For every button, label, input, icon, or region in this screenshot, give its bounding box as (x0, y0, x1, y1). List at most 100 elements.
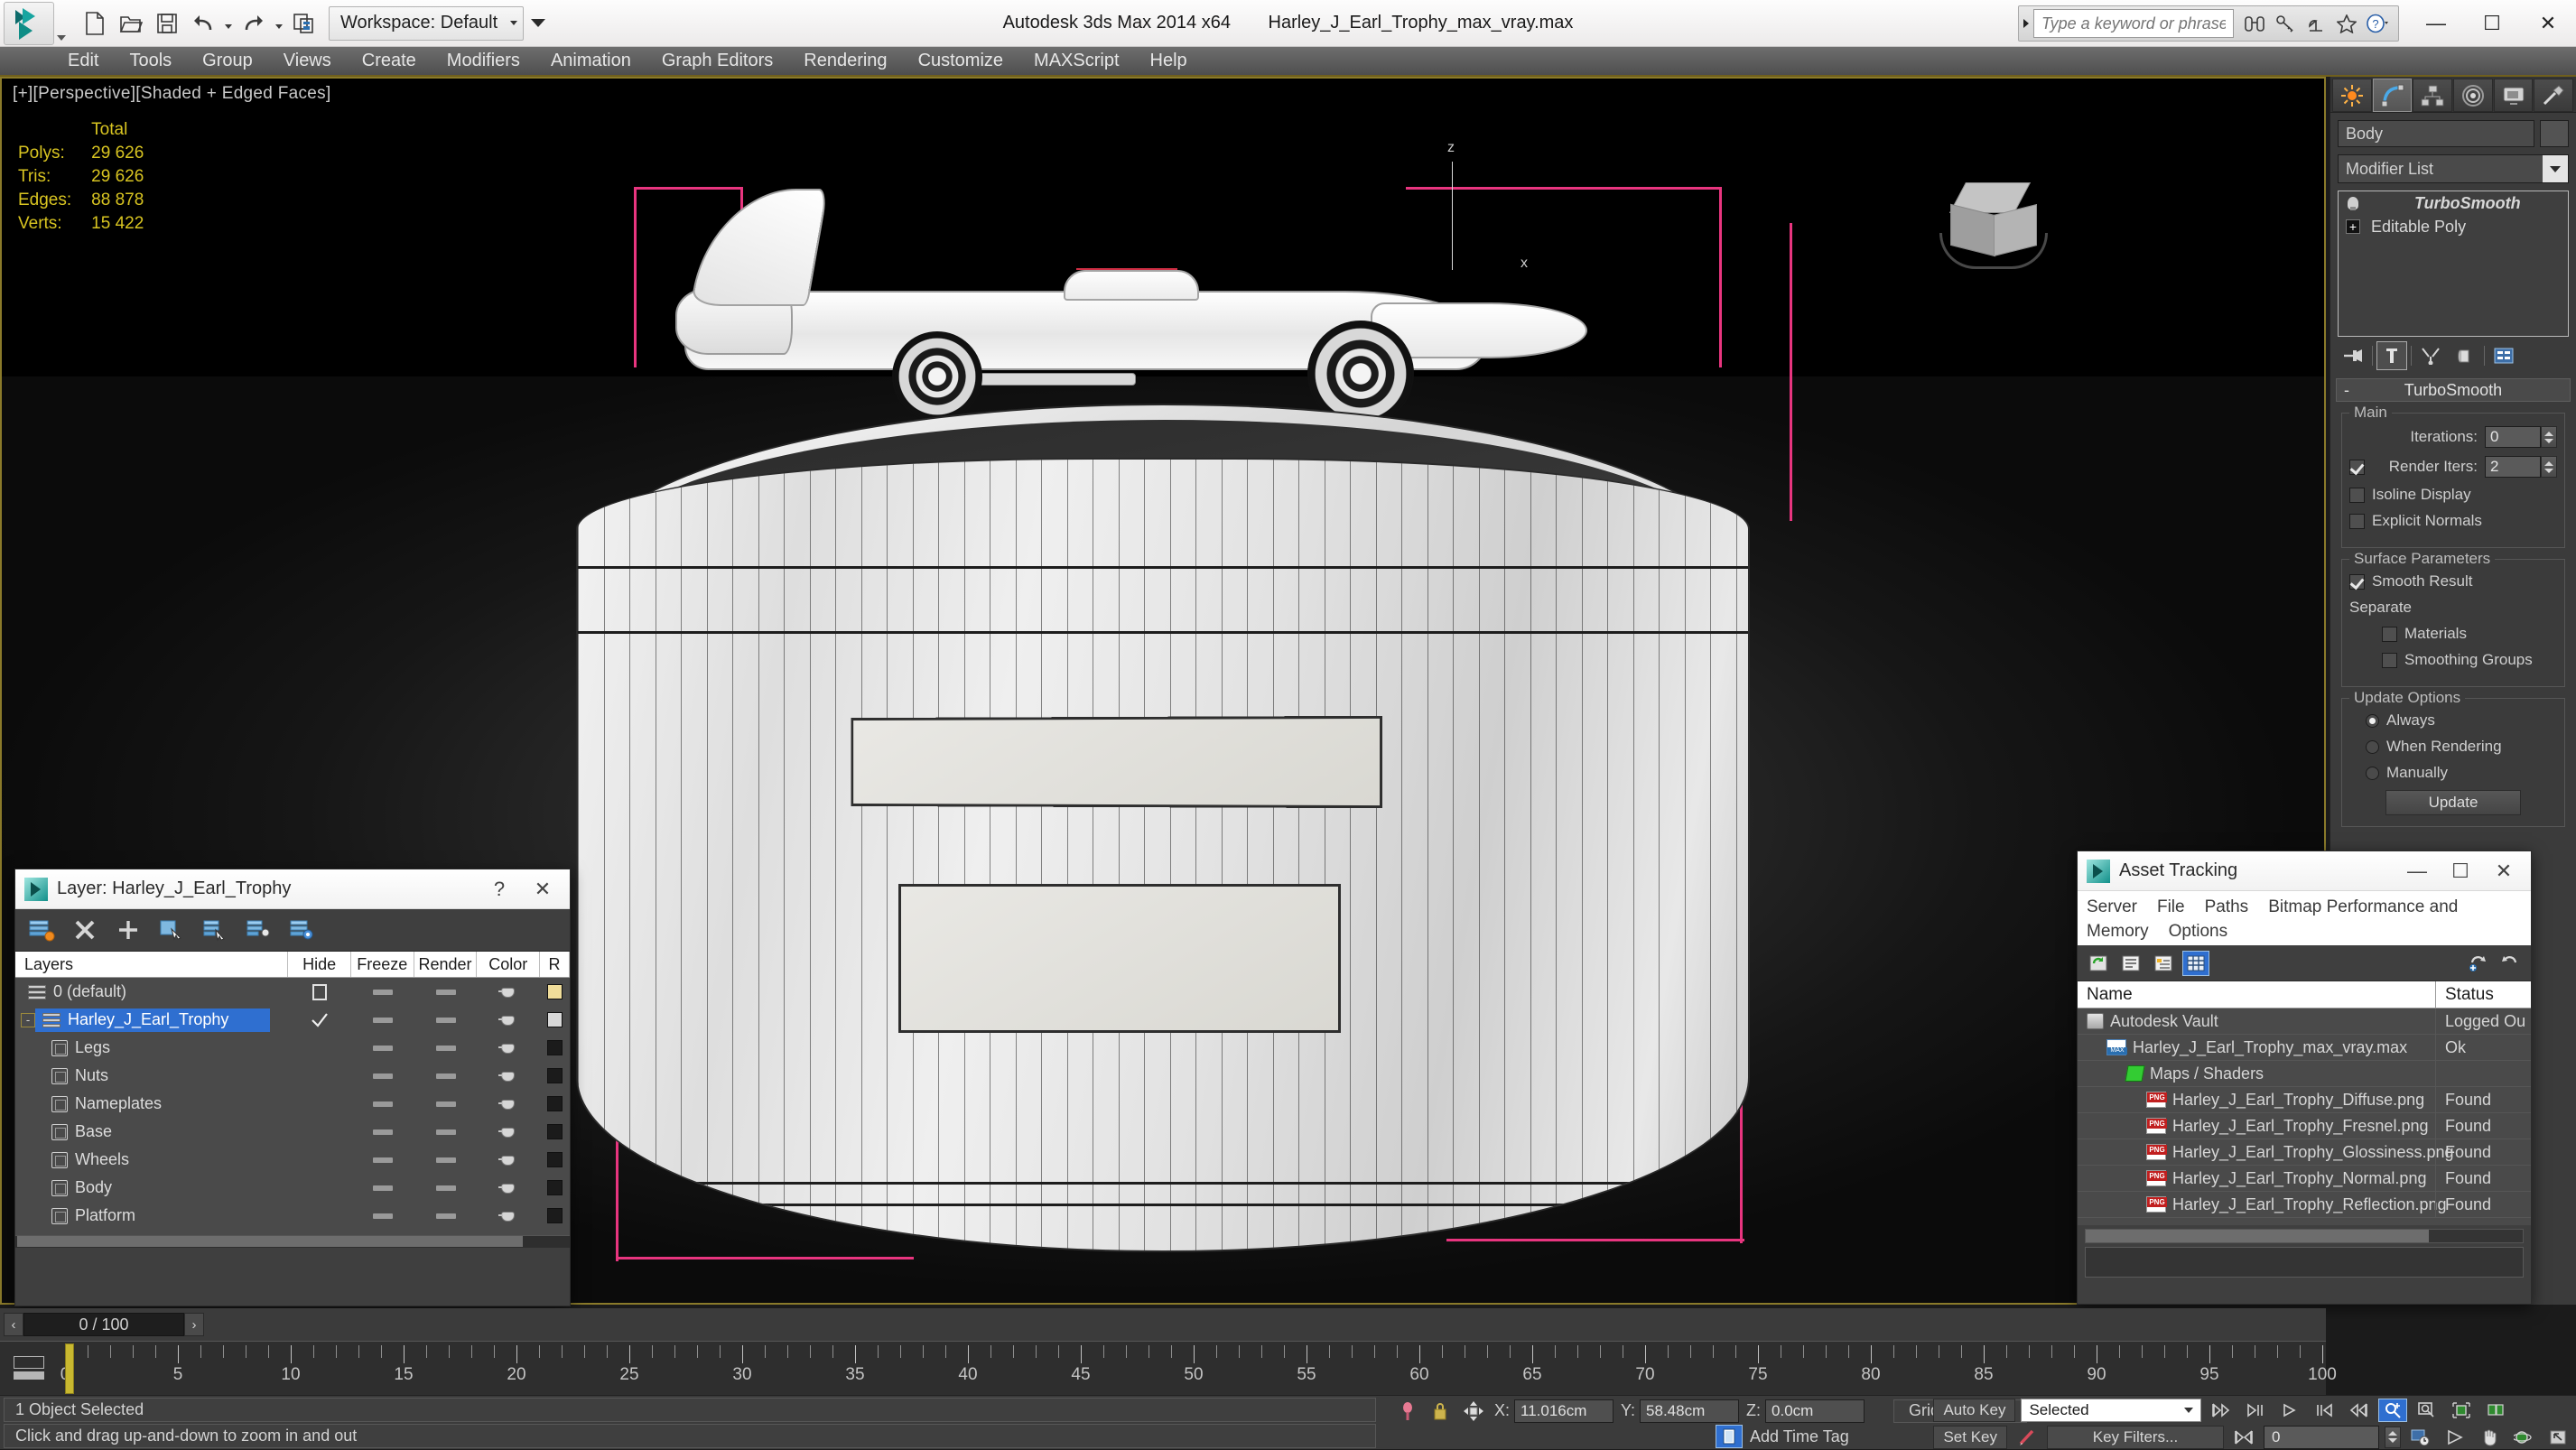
explicit-normals-checkbox[interactable] (2349, 513, 2365, 529)
layer-render-cell[interactable] (477, 1006, 540, 1034)
layer-freeze-cell[interactable] (414, 1146, 478, 1174)
layer-dialog-help-button[interactable]: ? (478, 870, 521, 908)
viewport-label[interactable]: [+][Perspective][Shaded + Edged Faces] (13, 84, 331, 104)
asset-horizontal-scrollbar[interactable] (2085, 1229, 2524, 1243)
rollout-header[interactable]: - TurboSmooth (2336, 378, 2571, 402)
update-when-rendering-radio[interactable] (2366, 739, 2379, 754)
layer-current-cell[interactable] (289, 1118, 352, 1146)
asset-row[interactable]: Harley_J_Earl_Trophy_Normal.png Found (2078, 1165, 2531, 1192)
layer-freeze-cell[interactable] (414, 1230, 478, 1235)
maximize-button[interactable]: ☐ (2464, 1, 2520, 46)
binoculars-icon[interactable] (2241, 9, 2268, 38)
menu-item-graph-editors[interactable]: Graph Editors (646, 46, 788, 76)
spinner-arrows-icon[interactable] (2541, 456, 2557, 478)
key-mode-icon[interactable] (1395, 1400, 1420, 1422)
layer-row[interactable]: Nameplates (15, 1090, 570, 1118)
iterations-spinner[interactable] (2485, 426, 2557, 448)
smoothing-groups-checkbox[interactable] (2382, 652, 2397, 668)
play-animation-icon[interactable] (2275, 1399, 2304, 1422)
asset-tracking-minimize-button[interactable]: — (2395, 852, 2439, 890)
spinner-arrows-icon[interactable] (2385, 1426, 2401, 1448)
minimize-button[interactable]: — (2408, 1, 2464, 46)
previous-frame-icon[interactable] (2241, 1399, 2270, 1422)
pan-view-icon[interactable] (2475, 1426, 2504, 1449)
menu-item-maxscript[interactable]: MAXScript (1018, 46, 1134, 76)
asset-col-status[interactable]: Status (2435, 981, 2531, 1008)
set-key-button[interactable]: Set Key (1933, 1425, 2007, 1449)
layer-freeze-cell[interactable] (414, 1034, 478, 1062)
color-swatch[interactable] (547, 1068, 563, 1083)
asset-row[interactable]: Harley_J_Earl_Trophy_Reflection.pngFound (2078, 1191, 2531, 1218)
create-new-layer-icon[interactable] (28, 916, 55, 943)
layer-row[interactable]: Harley_J_Earl_Trophy (15, 1230, 570, 1235)
question-icon[interactable]: ? (2364, 9, 2391, 38)
color-swatch[interactable] (547, 1208, 563, 1223)
layer-row[interactable]: Base (15, 1118, 570, 1146)
layer-hide-cell[interactable] (351, 1118, 414, 1146)
asset-menu-bitmap-performance-and-memory[interactable]: Bitmap Performance and Memory (2087, 897, 2458, 941)
layer-color-cell[interactable] (540, 1034, 570, 1062)
color-swatch[interactable] (547, 1180, 563, 1195)
layer-render-cell[interactable] (478, 1090, 541, 1118)
asset-menu-paths[interactable]: Paths (2205, 897, 2249, 916)
scrollbar-thumb[interactable] (17, 1236, 523, 1247)
check-in-icon[interactable] (2464, 951, 2491, 976)
layer-freeze-cell[interactable] (414, 1062, 478, 1090)
trophy-model[interactable]: z x (531, 79, 1795, 1303)
create-tab-icon[interactable] (2332, 79, 2372, 112)
key-mode-toggle-icon[interactable] (2013, 1427, 2041, 1447)
select-objects-in-layer-icon[interactable] (158, 916, 185, 943)
layer-color-cell[interactable] (540, 1006, 570, 1034)
render-iters-checkbox[interactable] (2349, 459, 2365, 475)
menu-item-animation[interactable]: Animation (535, 46, 646, 76)
color-swatch[interactable] (547, 984, 563, 999)
layer-dialog-close-button[interactable]: ✕ (521, 870, 564, 908)
field-of-view-icon[interactable] (2441, 1426, 2469, 1449)
asset-tracking-maximize-button[interactable]: ☐ (2439, 852, 2482, 890)
layer-color-cell[interactable] (540, 1118, 570, 1146)
layer-row[interactable]: Body (15, 1174, 570, 1202)
timeline-ruler[interactable]: 0510152025303540455055606570758085909510… (0, 1341, 2337, 1395)
zoom-extents-all-icon[interactable] (2481, 1399, 2510, 1422)
menu-item-create[interactable]: Create (347, 46, 432, 76)
layer-current-cell[interactable] (288, 1006, 351, 1034)
close-button[interactable]: ✕ (2520, 1, 2576, 46)
display-tab-icon[interactable] (2493, 79, 2534, 112)
layer-freeze-cell[interactable] (414, 1006, 478, 1034)
time-tag-icon[interactable] (1716, 1425, 1743, 1448)
layer-row[interactable]: - Harley_J_Earl_Trophy (15, 1006, 570, 1034)
layer-hide-cell[interactable] (351, 1146, 414, 1174)
asset-row[interactable]: Harley_J_Earl_Trophy_Fresnel.png Found (2078, 1112, 2531, 1139)
layer-render-cell[interactable] (477, 978, 540, 1006)
menu-item-modifiers[interactable]: Modifiers (432, 46, 535, 76)
layer-color-cell[interactable] (540, 1146, 570, 1174)
update-button[interactable]: Update (2385, 790, 2521, 815)
grid-view-icon[interactable] (2182, 950, 2209, 976)
zoom-icon[interactable] (2378, 1398, 2408, 1422)
layer-row[interactable]: Platform (15, 1202, 570, 1230)
track-bar[interactable]: ‹ 0 / 100 › (0, 1308, 2326, 1341)
menu-item-tools[interactable]: Tools (114, 46, 187, 76)
layer-current-cell[interactable] (289, 1146, 352, 1174)
select-highlighted-objects-icon[interactable] (201, 916, 228, 943)
layer-color-cell[interactable] (540, 1230, 570, 1235)
open-icon[interactable] (114, 6, 148, 41)
redo-icon[interactable] (237, 6, 271, 41)
workspace-selector[interactable]: Workspace: Default (329, 5, 525, 41)
utilities-tab-icon[interactable] (2534, 79, 2574, 112)
layer-horizontal-scrollbar[interactable] (15, 1235, 570, 1248)
add-layer-icon[interactable] (115, 916, 142, 943)
motion-tab-icon[interactable] (2453, 79, 2493, 112)
tree-view-icon[interactable] (2150, 951, 2177, 976)
layer-current-cell[interactable] (289, 1202, 352, 1230)
lock-selection-icon[interactable] (1427, 1401, 1453, 1421)
render-iters-input[interactable] (2485, 456, 2541, 478)
zoom-extents-icon[interactable] (2447, 1399, 2476, 1422)
undo-icon[interactable] (186, 6, 220, 41)
auto-key-button[interactable]: Auto Key (1933, 1398, 2016, 1422)
spinner-arrows-icon[interactable] (2541, 426, 2557, 448)
layer-row[interactable]: Nuts (15, 1062, 570, 1090)
list-view-icon[interactable] (2117, 951, 2144, 976)
plus-box-icon[interactable]: + (2344, 218, 2362, 236)
star-icon[interactable] (2333, 9, 2360, 38)
